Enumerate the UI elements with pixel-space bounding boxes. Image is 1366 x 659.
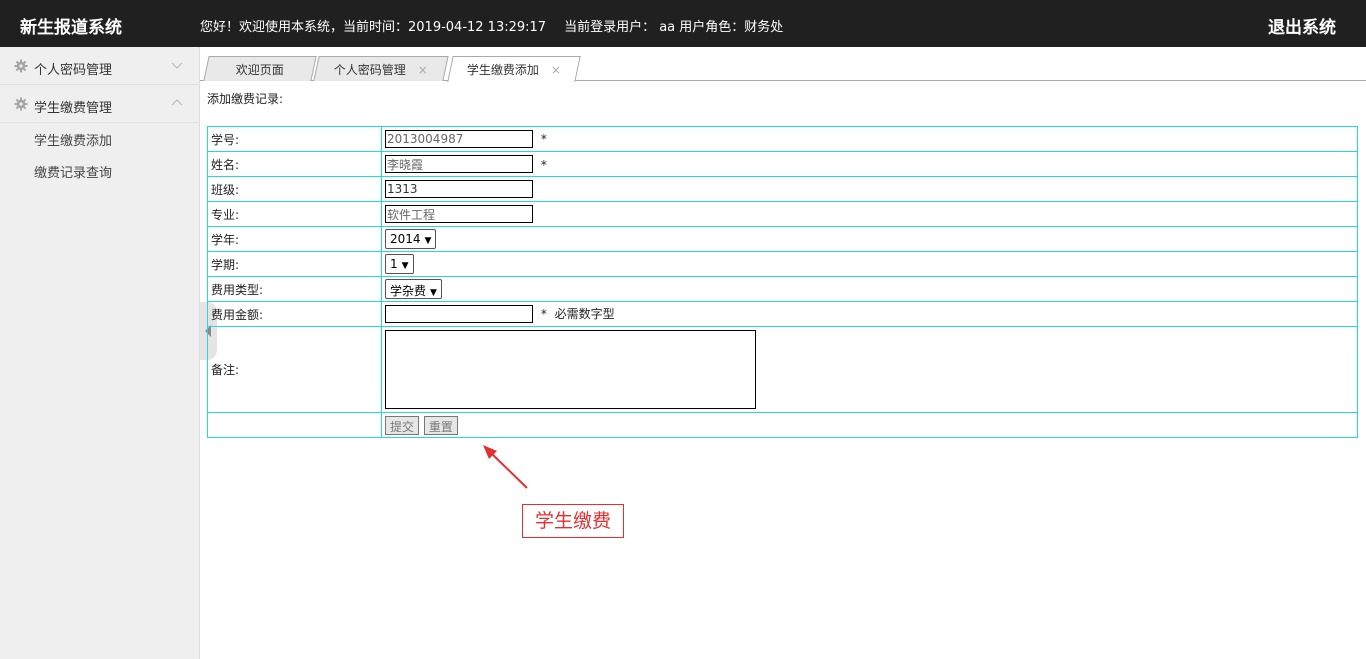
empty-cell	[207, 412, 382, 438]
select-value: 学杂费	[390, 284, 427, 298]
field-cell: 学杂费 ▼	[381, 276, 1358, 302]
dropdown-arrow-icon: ▼	[430, 288, 437, 298]
annotation-label: 学生缴费	[522, 504, 624, 538]
field-cell: 1 ▼	[381, 251, 1358, 277]
form-row-actions: 提交 重置	[207, 412, 1358, 438]
field-cell: * 必需数字型	[381, 301, 1358, 327]
tab-label: 个人密码管理	[333, 63, 406, 77]
form-row-year: 学年: 2014 ▼	[207, 226, 1358, 252]
term-select[interactable]: 1 ▼	[385, 254, 414, 274]
gear-icon	[14, 59, 28, 73]
app-title: 新生报道系统	[20, 18, 122, 38]
form-row-amount: 费用金额: * 必需数字型	[207, 301, 1358, 327]
close-icon[interactable]: ×	[418, 63, 428, 77]
field-label: 学年:	[207, 226, 382, 252]
remark-textarea[interactable]	[385, 329, 756, 409]
gear-icon	[14, 97, 28, 111]
form-caption: 添加缴费记录:	[207, 92, 284, 106]
field-label: 备注:	[207, 326, 382, 413]
student-id-input[interactable]	[385, 130, 533, 148]
field-cell: *	[381, 126, 1358, 152]
year-select[interactable]: 2014 ▼	[385, 229, 437, 249]
form-row-fee-type: 费用类型: 学杂费 ▼	[207, 276, 1358, 302]
actions-cell: 提交 重置	[381, 412, 1358, 438]
major-input[interactable]	[385, 205, 533, 223]
chevron-down-icon	[171, 59, 183, 71]
tab-label: 学生缴费添加	[466, 63, 539, 77]
field-label: 费用类型:	[207, 276, 382, 302]
tab-fee-add[interactable]: 学生缴费添加 ×	[447, 56, 581, 82]
sidebar-submenu: 学生缴费添加 缴费记录查询	[0, 123, 199, 197]
chevron-up-icon	[171, 97, 183, 109]
field-label: 专业:	[207, 201, 382, 227]
fee-type-select[interactable]: 学杂费 ▼	[385, 279, 442, 299]
top-header: 新生报道系统 您好！欢迎使用本系统，当前时间：2019-04-12 13:29:…	[0, 0, 1366, 47]
sidebar-group-label: 学生缴费管理	[34, 101, 113, 116]
sidebar: 个人密码管理 学生缴费管理 学生缴费添加 缴费记录查询	[0, 47, 200, 659]
close-icon[interactable]: ×	[551, 63, 561, 77]
field-label: 学号:	[207, 126, 382, 152]
select-value: 2014	[390, 232, 421, 246]
field-label: 费用金额:	[207, 301, 382, 327]
required-mark: *	[540, 307, 547, 321]
form-row-major: 专业:	[207, 201, 1358, 227]
form-row-remark: 备注:	[207, 326, 1358, 413]
sidebar-item-fee-query[interactable]: 缴费记录查询	[0, 165, 199, 197]
tab-password[interactable]: 个人密码管理 ×	[313, 56, 449, 81]
dropdown-arrow-icon: ▼	[424, 236, 432, 246]
select-value: 1	[390, 257, 398, 271]
dropdown-arrow-icon: ▼	[401, 261, 409, 271]
greeting-text: 您好！欢迎使用本系统，当前时间：2019-04-12 13:29:17	[200, 20, 547, 35]
form-row-term: 学期: 1 ▼	[207, 251, 1358, 277]
fee-form-table: 学号: * 姓名: * 班级: 专业: 学年:	[207, 126, 1358, 438]
field-label: 班级:	[207, 176, 382, 202]
amount-input[interactable]	[385, 305, 533, 323]
sidebar-item-fee-add[interactable]: 学生缴费添加	[0, 133, 199, 165]
logout-button[interactable]: 退出系统	[1268, 13, 1336, 38]
required-mark: *	[540, 132, 547, 146]
submit-button[interactable]: 提交	[385, 415, 420, 435]
tab-bar: 欢迎页面 个人密码管理 × 学生缴费添加 ×	[200, 47, 1366, 82]
field-cell: *	[381, 151, 1358, 177]
field-cell	[381, 176, 1358, 202]
required-mark: *	[540, 157, 547, 172]
welcome-text: 您好！欢迎使用本系统，当前时间：2019-04-12 13:29:17 当前登录用…	[200, 16, 783, 35]
sidebar-group-password[interactable]: 个人密码管理	[0, 47, 199, 85]
annotation-arrow-icon	[483, 445, 528, 489]
tab-label: 欢迎页面	[235, 63, 284, 77]
tab-welcome[interactable]: 欢迎页面	[203, 56, 317, 81]
field-cell: 2014 ▼	[381, 226, 1358, 252]
field-cell	[381, 326, 1358, 413]
sidebar-group-fees[interactable]: 学生缴费管理	[0, 85, 199, 123]
class-input[interactable]	[385, 180, 533, 198]
field-label: 学期:	[207, 251, 382, 277]
form-row-student-id: 学号: *	[207, 126, 1358, 152]
form-row-class: 班级:	[207, 176, 1358, 202]
field-cell	[381, 201, 1358, 227]
name-input[interactable]	[385, 155, 533, 173]
sidebar-group-label: 个人密码管理	[34, 63, 113, 78]
user-info-text: 当前登录用户： aa 用户角色：财务处	[564, 20, 784, 35]
main-content: 添加缴费记录: 学号: * 姓名: * 班级: 专业:	[207, 90, 1358, 438]
form-row-name: 姓名: *	[207, 151, 1358, 177]
amount-hint: 必需数字型	[554, 307, 615, 321]
field-label: 姓名:	[207, 151, 382, 177]
reset-button[interactable]: 重置	[423, 415, 458, 435]
